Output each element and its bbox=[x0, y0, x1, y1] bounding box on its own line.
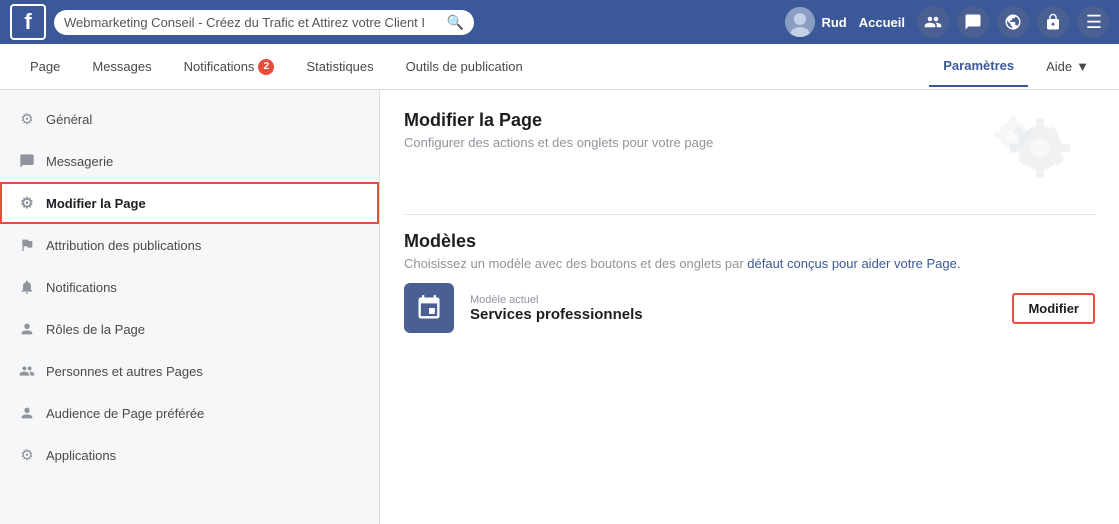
top-navigation-bar: f 🔍 Rud Accueil bbox=[0, 0, 1119, 44]
gear-decoration bbox=[975, 110, 1095, 190]
section1-text: Modifier la Page Configurer des actions … bbox=[404, 110, 713, 150]
section2-desc: Choisissez un modèle avec des boutons et… bbox=[404, 256, 1095, 271]
user-info: Rud bbox=[785, 7, 846, 37]
sidebar-item-messagerie[interactable]: Messagerie bbox=[0, 140, 379, 182]
modeles-section: Modèles Choisissez un modèle avec des bo… bbox=[404, 231, 1095, 345]
modele-card: Modèle actuel Services professionnels Mo… bbox=[404, 271, 1095, 345]
subnav-statistiques[interactable]: Statistiques bbox=[292, 47, 387, 86]
modele-info: Modèle actuel Services professionnels bbox=[470, 294, 996, 323]
subnav-right: Paramètres Aide ▼ bbox=[929, 46, 1103, 87]
subnav-messages[interactable]: Messages bbox=[78, 47, 165, 86]
lock-icon[interactable] bbox=[1037, 6, 1069, 38]
apps-icon: ⚙ bbox=[18, 446, 36, 464]
menu-icon[interactable]: ☰ bbox=[1077, 6, 1109, 38]
notification-badge: 2 bbox=[258, 59, 274, 75]
search-input[interactable] bbox=[64, 15, 441, 30]
chat-icon bbox=[18, 152, 36, 170]
subnav-outils[interactable]: Outils de publication bbox=[392, 47, 537, 86]
section1-header: Modifier la Page Configurer des actions … bbox=[404, 110, 1095, 190]
modifier-page-section: Modifier la Page Configurer des actions … bbox=[404, 110, 1095, 190]
modele-actuel-label: Modèle actuel bbox=[470, 294, 996, 306]
modele-name: Services professionnels bbox=[470, 306, 996, 323]
sidebar-item-audience[interactable]: Audience de Page préférée bbox=[0, 392, 379, 434]
flag-icon bbox=[18, 236, 36, 254]
gear-icon: ⚙ bbox=[18, 110, 36, 128]
accueil-link[interactable]: Accueil bbox=[859, 15, 905, 30]
facebook-logo[interactable]: f bbox=[10, 4, 46, 40]
section2-title: Modèles bbox=[404, 231, 1095, 252]
bell-icon bbox=[18, 278, 36, 296]
audience-icon bbox=[18, 404, 36, 422]
person-icon bbox=[18, 320, 36, 338]
sidebar-item-modifier-page[interactable]: ⚙ Modifier la Page bbox=[0, 182, 379, 224]
avatar bbox=[785, 7, 815, 37]
sub-navigation: Page Messages Notifications 2 Statistiqu… bbox=[0, 44, 1119, 90]
section1-desc: Configurer des actions et des onglets po… bbox=[404, 135, 713, 150]
top-right-actions: Rud Accueil ☰ bbox=[785, 6, 1109, 38]
chevron-down-icon: ▼ bbox=[1076, 59, 1089, 74]
modifier-button[interactable]: Modifier bbox=[1012, 293, 1095, 324]
main-layout: ⚙ Général Messagerie ⚙ Modifier la Page … bbox=[0, 90, 1119, 524]
search-bar[interactable]: 🔍 bbox=[54, 10, 474, 35]
content-area: Modifier la Page Configurer des actions … bbox=[380, 90, 1119, 524]
search-icon: 🔍 bbox=[447, 14, 464, 31]
sidebar: ⚙ Général Messagerie ⚙ Modifier la Page … bbox=[0, 90, 380, 524]
sidebar-item-notifications[interactable]: Notifications bbox=[0, 266, 379, 308]
subnav-aide[interactable]: Aide ▼ bbox=[1032, 46, 1103, 87]
subnav-notifications[interactable]: Notifications 2 bbox=[170, 47, 289, 87]
section2-link[interactable]: défaut conçus pour aider votre Page. bbox=[747, 256, 960, 271]
subnav-parametres[interactable]: Paramètres bbox=[929, 46, 1028, 87]
top-icons: ☰ bbox=[917, 6, 1109, 38]
sidebar-item-general[interactable]: ⚙ Général bbox=[0, 98, 379, 140]
sidebar-item-applications[interactable]: ⚙ Applications bbox=[0, 434, 379, 476]
messages-icon[interactable] bbox=[957, 6, 989, 38]
sidebar-item-attribution[interactable]: Attribution des publications bbox=[0, 224, 379, 266]
user-name: Rud bbox=[821, 15, 846, 30]
sidebar-item-roles[interactable]: Rôles de la Page bbox=[0, 308, 379, 350]
friends-icon[interactable] bbox=[917, 6, 949, 38]
globe-icon[interactable] bbox=[997, 6, 1029, 38]
section-divider-1 bbox=[404, 214, 1095, 215]
settings-icon: ⚙ bbox=[18, 194, 36, 212]
sidebar-item-personnes[interactable]: Personnes et autres Pages bbox=[0, 350, 379, 392]
modele-icon bbox=[404, 283, 454, 333]
people-icon bbox=[18, 362, 36, 380]
section1-title: Modifier la Page bbox=[404, 110, 713, 131]
subnav-page[interactable]: Page bbox=[16, 47, 74, 86]
